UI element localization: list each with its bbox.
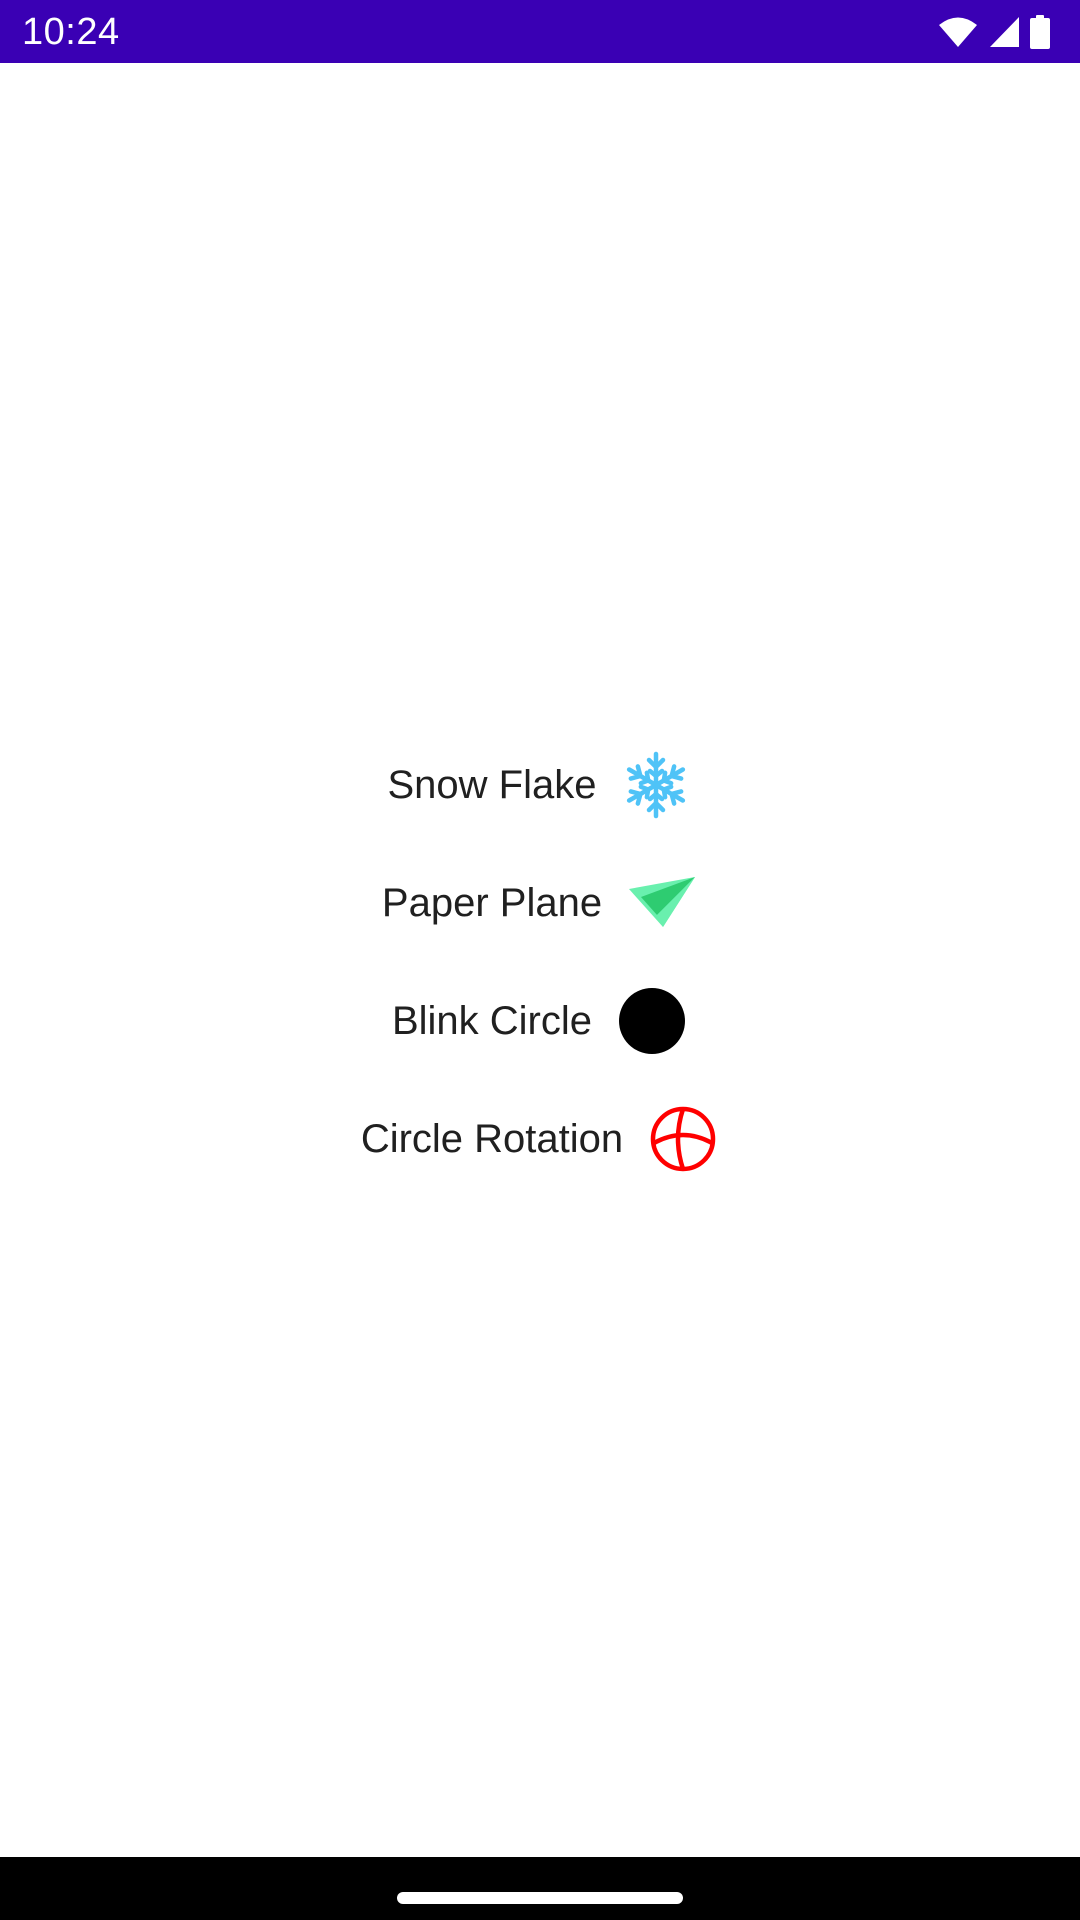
filled-circle-icon[interactable] [616, 985, 688, 1057]
paper-plane-icon[interactable] [626, 867, 698, 939]
home-indicator[interactable] [397, 1892, 683, 1904]
cellular-signal-icon [988, 16, 1020, 48]
status-icons [938, 13, 1050, 51]
blink-circle-label: Blink Circle [391, 999, 593, 1043]
blink-circle-row[interactable]: Blink Circle [0, 981, 1080, 1061]
snow-flake-row[interactable]: Snow Flake [0, 745, 1080, 825]
status-bar: 10:24 [0, 0, 1080, 63]
status-time: 10:24 [22, 11, 120, 53]
paper-plane-label: Paper Plane [381, 881, 603, 925]
snowflake-icon[interactable] [620, 749, 692, 821]
circle-rotation-row[interactable]: Circle Rotation [0, 1099, 1080, 1179]
navigation-bar [0, 1857, 1080, 1920]
animation-list: Snow Flake Paper Plane Blink Circle Circ… [0, 63, 1080, 1857]
snow-flake-label: Snow Flake [387, 763, 597, 807]
globe-circle-icon[interactable] [647, 1103, 719, 1175]
circle-rotation-label: Circle Rotation [360, 1117, 624, 1161]
wifi-icon [938, 16, 978, 48]
paper-plane-row[interactable]: Paper Plane [0, 863, 1080, 943]
battery-icon [1030, 15, 1050, 49]
